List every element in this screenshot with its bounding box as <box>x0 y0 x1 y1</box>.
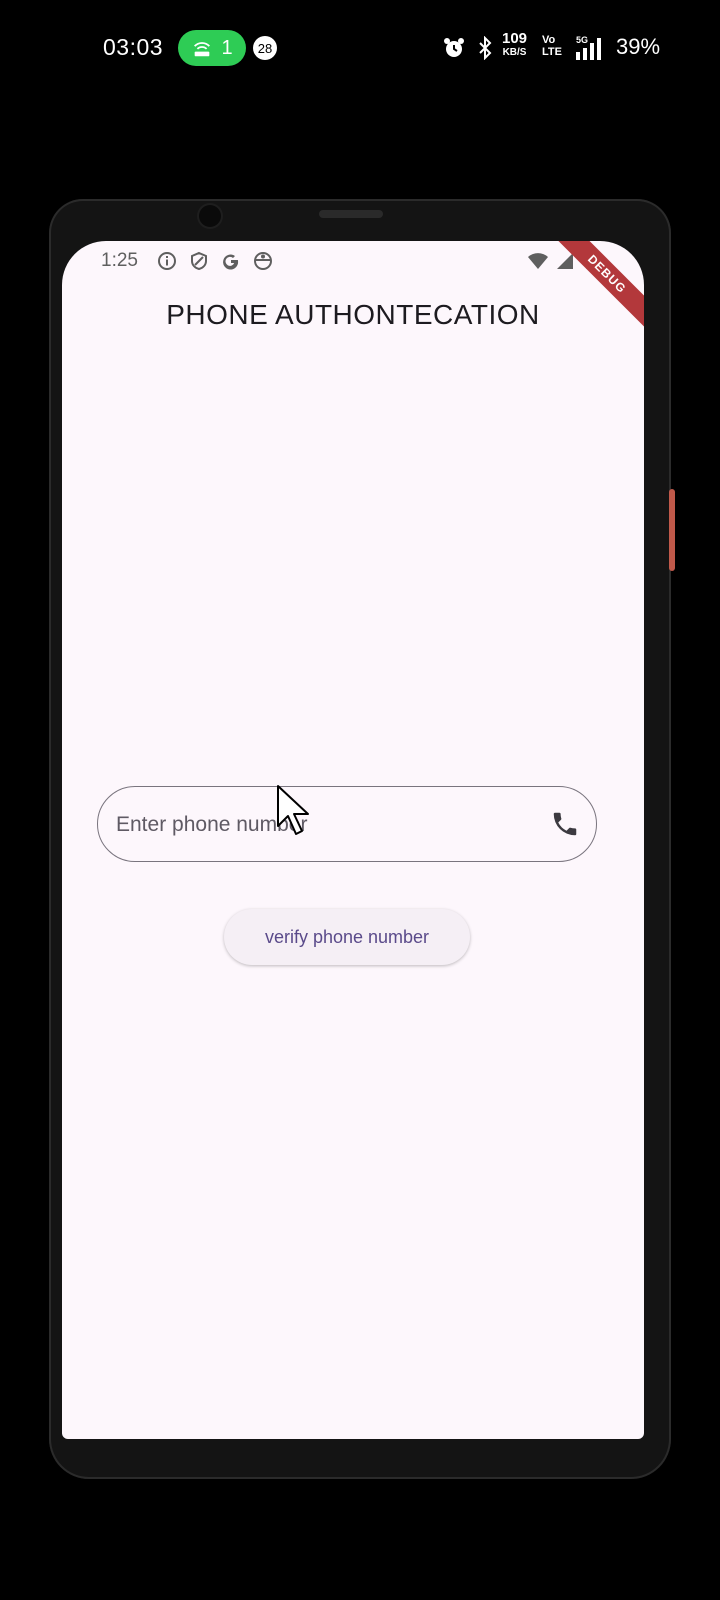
network-type-label: 5G <box>576 35 588 45</box>
phone-icon[interactable] <box>550 809 580 839</box>
mouse-cursor-icon <box>277 785 309 835</box>
outer-clock: 03:03 <box>103 34 164 60</box>
hotspot-pill[interactable]: 1 <box>178 30 246 66</box>
face-icon <box>252 250 274 272</box>
app-screen: 1:25 DEBUG PHONE AUTHONTECATION Enter ph… <box>62 241 644 1439</box>
cell-signal-icon <box>557 253 573 269</box>
earpiece-speaker <box>319 210 383 218</box>
cell-signal-icon: 5G <box>576 35 601 60</box>
phone-number-field[interactable] <box>97 786 597 863</box>
front-camera <box>199 205 221 227</box>
info-icon <box>156 250 178 272</box>
notification-count-badge: 28 <box>253 36 277 60</box>
page-title: PHONE AUTHONTECATION <box>166 299 540 330</box>
alarm-icon <box>444 38 464 57</box>
phone-number-input[interactable] <box>114 787 518 863</box>
inner-clock: 1:25 <box>101 250 138 271</box>
bluetooth-icon <box>479 36 492 60</box>
outer-status-icons: 109 KB/S Vo LTE 5G 39% <box>420 30 720 66</box>
side-power-button[interactable] <box>669 489 675 571</box>
volte-indicator: Vo LTE <box>542 34 562 58</box>
inner-status-bar: 1:25 <box>62 241 644 281</box>
hotspot-icon <box>194 42 211 57</box>
verify-phone-number-button[interactable]: verify phone number <box>224 909 470 965</box>
device-frame: 1:25 DEBUG PHONE AUTHONTECATION Enter ph… <box>49 199 675 1479</box>
wifi-icon <box>528 253 548 269</box>
inner-notification-icons <box>156 250 274 272</box>
shield-icon <box>188 250 210 272</box>
network-speed: 109 KB/S <box>502 30 528 58</box>
google-icon <box>220 250 242 272</box>
outer-status-bar: 03:03 1 28 109 KB/S Vo LTE 5G 39% <box>0 0 720 96</box>
hotspot-count: 1 <box>221 36 233 59</box>
battery-percent: 39% <box>616 34 661 59</box>
